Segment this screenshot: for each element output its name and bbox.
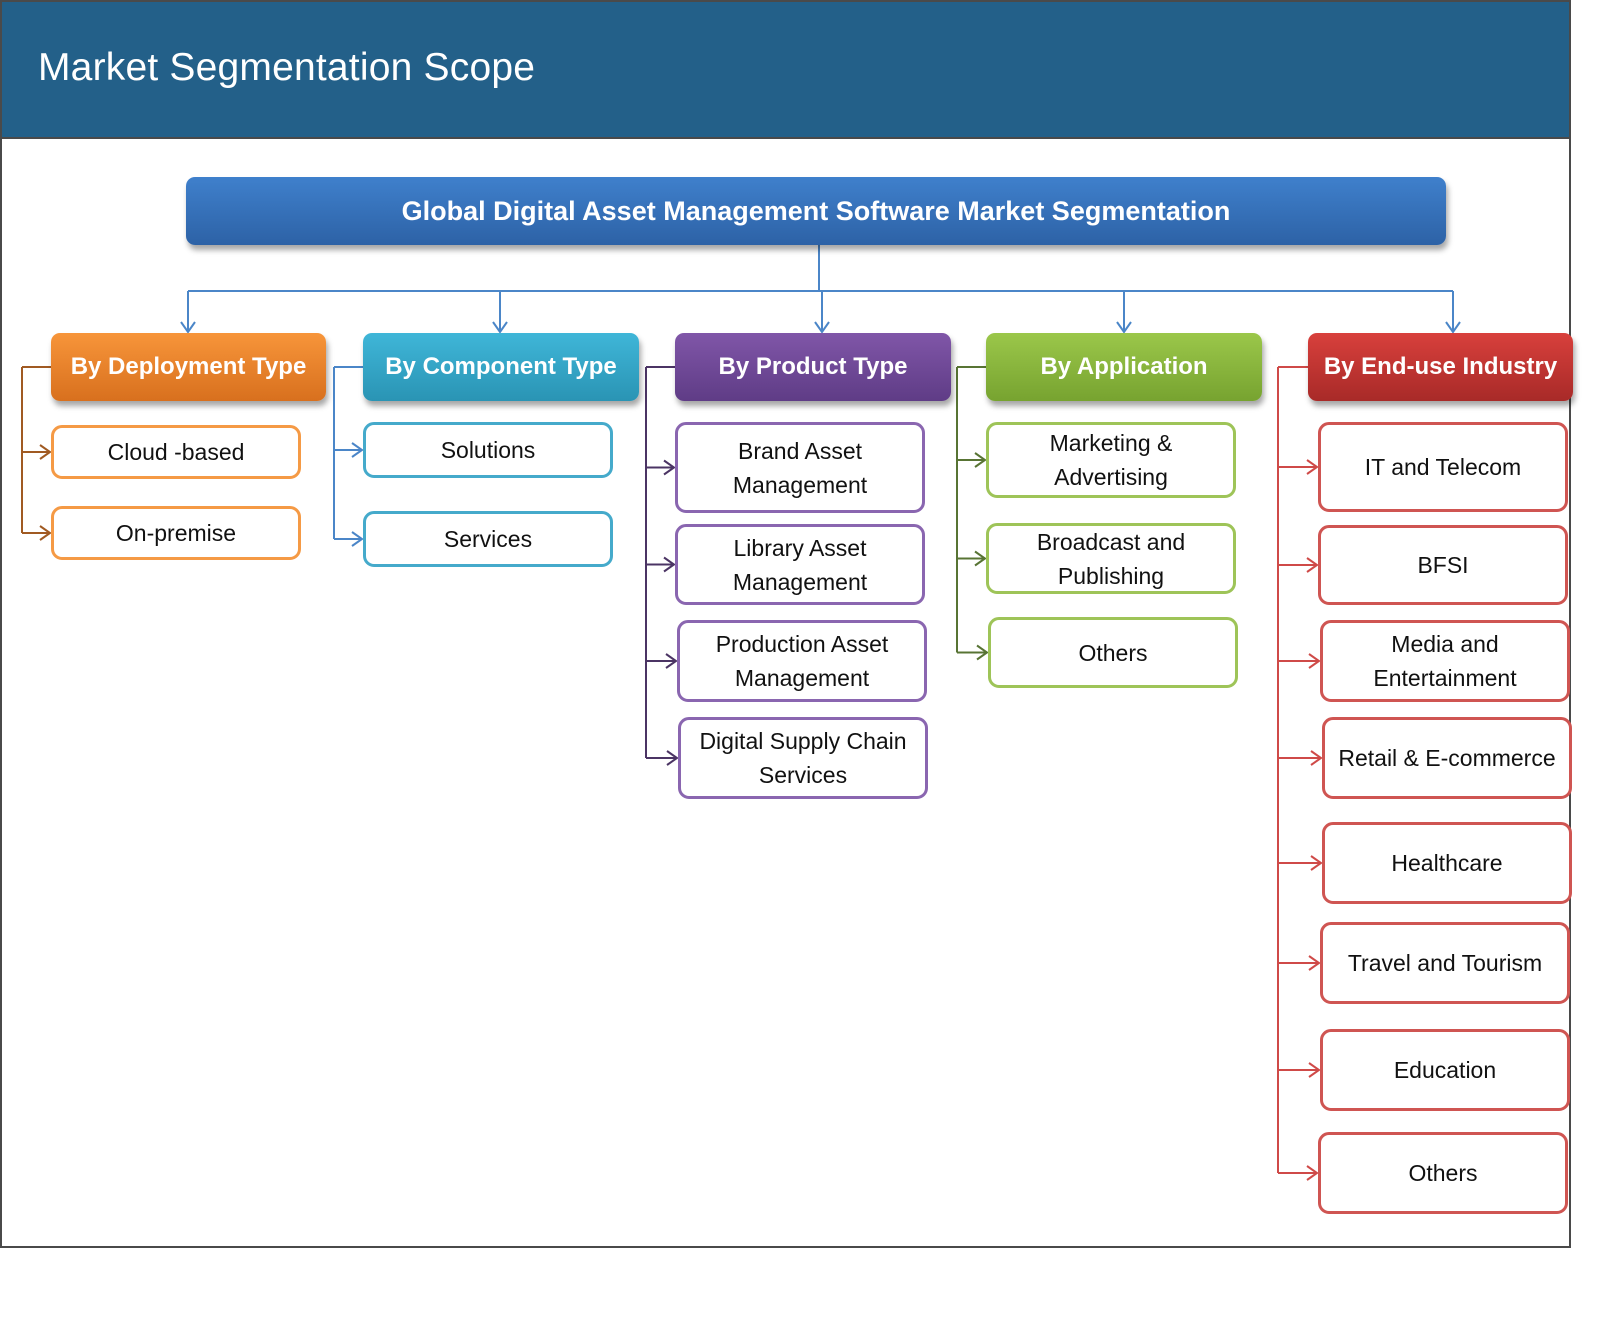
root-node: Global Digital Asset Management Software… [186,177,1446,245]
segment-item: On-premise [51,506,301,560]
segment-item: Marketing & Advertising [986,422,1236,498]
segment-item: Healthcare [1322,822,1572,904]
segment-item: BFSI [1318,525,1568,605]
segment-item: Travel and Tourism [1320,922,1570,1004]
segment-item: Retail & E-commerce [1322,717,1572,799]
segment-item: Services [363,511,613,567]
segment-item: Solutions [363,422,613,478]
segment-item: Media and Entertainment [1320,620,1570,702]
segment-item: Education [1320,1029,1570,1111]
category-by-product-type: By Product Type [675,333,951,401]
segment-item: Production Asset Management [677,620,927,702]
segment-item: Others [1318,1132,1568,1214]
category-by-end-use-industry: By End-use Industry [1308,333,1573,401]
category-by-deployment-type: By Deployment Type [51,333,326,401]
category-by-component-type: By Component Type [363,333,639,401]
segment-item: Library Asset Management [675,524,925,605]
segment-item: Digital Supply Chain Services [678,717,928,799]
category-by-application: By Application [986,333,1262,401]
segment-item: Brand Asset Management [675,422,925,513]
segment-item: Cloud -based [51,425,301,479]
segment-item: Others [988,617,1238,688]
segment-item: Broadcast and Publishing [986,523,1236,594]
segment-item: IT and Telecom [1318,422,1568,512]
